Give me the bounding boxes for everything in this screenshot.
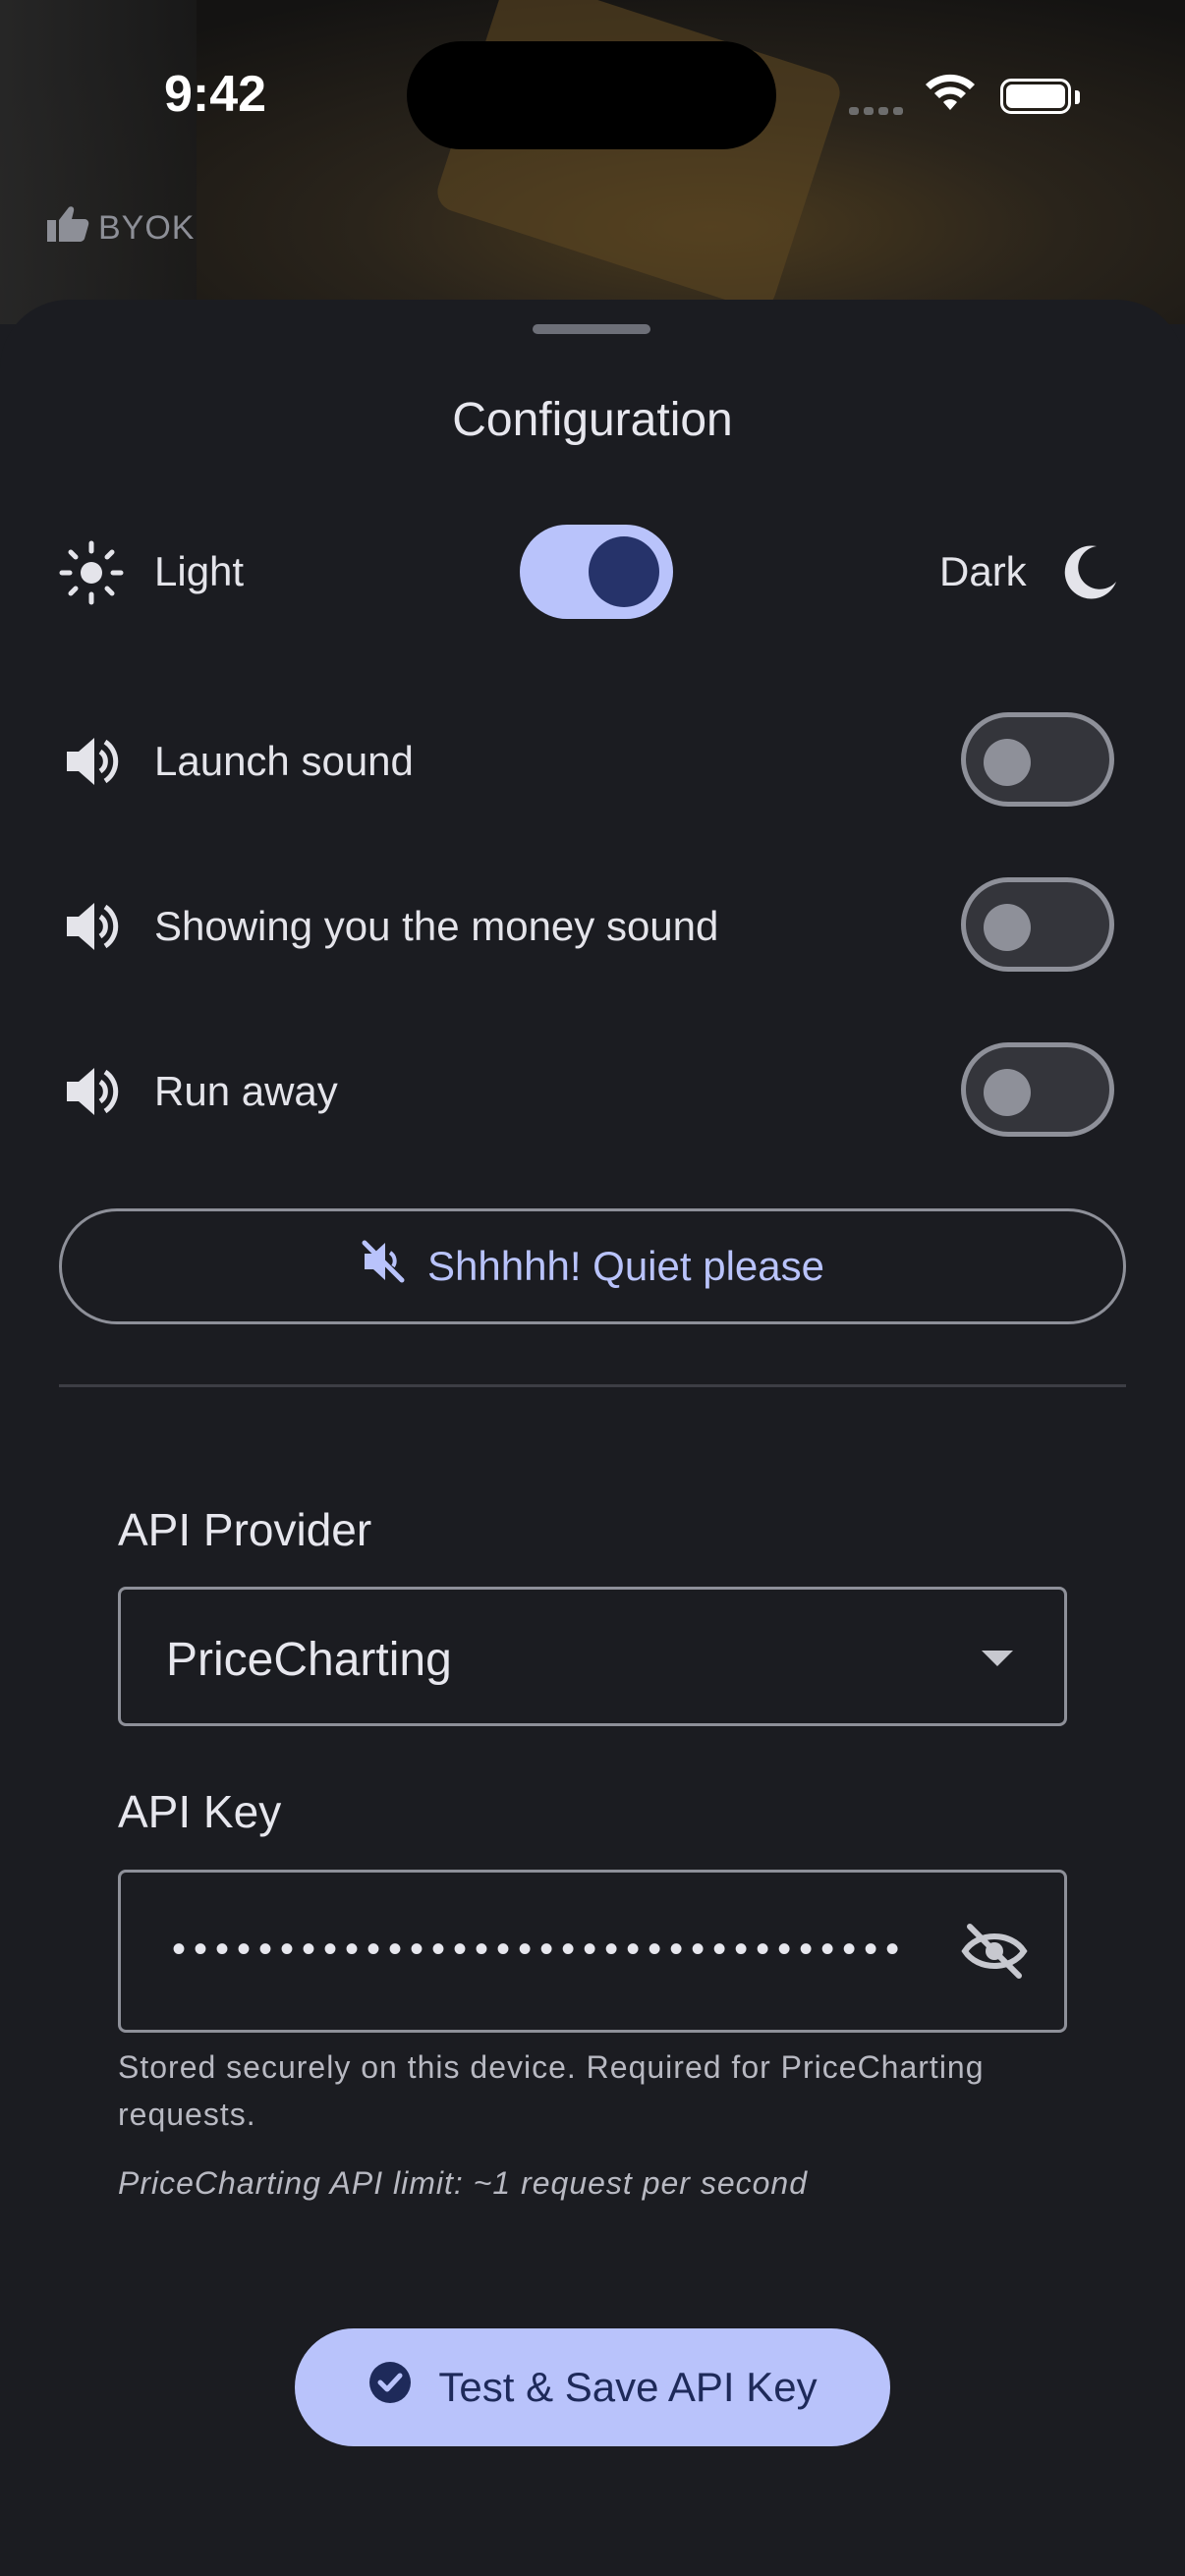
moon-icon (1061, 542, 1120, 606)
theme-row: Light Dark (59, 521, 1120, 623)
quiet-button-label: Shhhhh! Quiet please (427, 1243, 824, 1289)
sun-icon (59, 540, 124, 610)
dropdown-arrow-icon (982, 1651, 1013, 1666)
api-provider-select[interactable]: PriceCharting (118, 1587, 1067, 1726)
toggle-knob (984, 739, 1031, 786)
byok-badge[interactable]: BYOK (45, 204, 195, 252)
battery-cap (1075, 90, 1080, 104)
api-provider-label: API Provider (118, 1504, 372, 1555)
save-button-label: Test & Save API Key (438, 2364, 818, 2410)
speaker-icon (63, 1064, 122, 1124)
dynamic-island (407, 41, 776, 149)
eye-off-icon[interactable] (960, 1922, 1029, 1986)
section-divider (59, 1384, 1126, 1387)
speaker-icon (63, 899, 122, 959)
api-key-helper-text: Stored securely on this device. Required… (118, 2049, 985, 2132)
toggle-knob (984, 904, 1031, 951)
battery-icon (1000, 79, 1071, 114)
sound-label: Run away (154, 1068, 338, 1114)
money-sound-toggle[interactable] (961, 877, 1114, 972)
theme-toggle[interactable] (520, 525, 673, 619)
dark-label: Dark (939, 548, 1027, 594)
api-key-field[interactable]: •••••••••••••••••••••••••••••••••• (118, 1870, 1067, 2033)
drag-handle[interactable] (533, 324, 650, 334)
background-photo-left (0, 0, 197, 324)
cellular-signal-icon (849, 102, 908, 120)
sound-label: Showing you the money sound (154, 903, 719, 949)
wifi-icon (924, 73, 977, 117)
toggle-knob (984, 1069, 1031, 1116)
sheet-title: Configuration (452, 394, 733, 446)
sound-row-run-away: Run away (59, 1042, 1120, 1141)
mute-icon (361, 1239, 406, 1294)
thumbs-up-icon (45, 204, 90, 252)
sound-label: Launch sound (154, 738, 414, 784)
check-circle-icon (367, 2360, 413, 2415)
run-away-toggle[interactable] (961, 1042, 1114, 1137)
launch-sound-toggle[interactable] (961, 712, 1114, 807)
light-label: Light (154, 548, 245, 594)
api-limit-note: PriceCharting API limit: ~1 request per … (118, 2165, 809, 2201)
byok-label: BYOK (98, 209, 196, 247)
api-provider-value: PriceCharting (166, 1634, 452, 1686)
status-time: 9:42 (164, 66, 267, 123)
configuration-sheet (0, 300, 1185, 2576)
speaker-icon (63, 734, 122, 794)
test-save-api-key-button[interactable]: Test & Save API Key (295, 2328, 890, 2446)
api-key-label: API Key (118, 1786, 282, 1837)
sound-row-launch: Launch sound (59, 712, 1120, 811)
sound-row-money: Showing you the money sound (59, 877, 1120, 976)
theme-toggle-knob (589, 536, 659, 607)
api-key-masked-value: •••••••••••••••••••••••••••••••••• (172, 1928, 908, 1971)
quiet-button[interactable]: Shhhhh! Quiet please (59, 1208, 1126, 1324)
